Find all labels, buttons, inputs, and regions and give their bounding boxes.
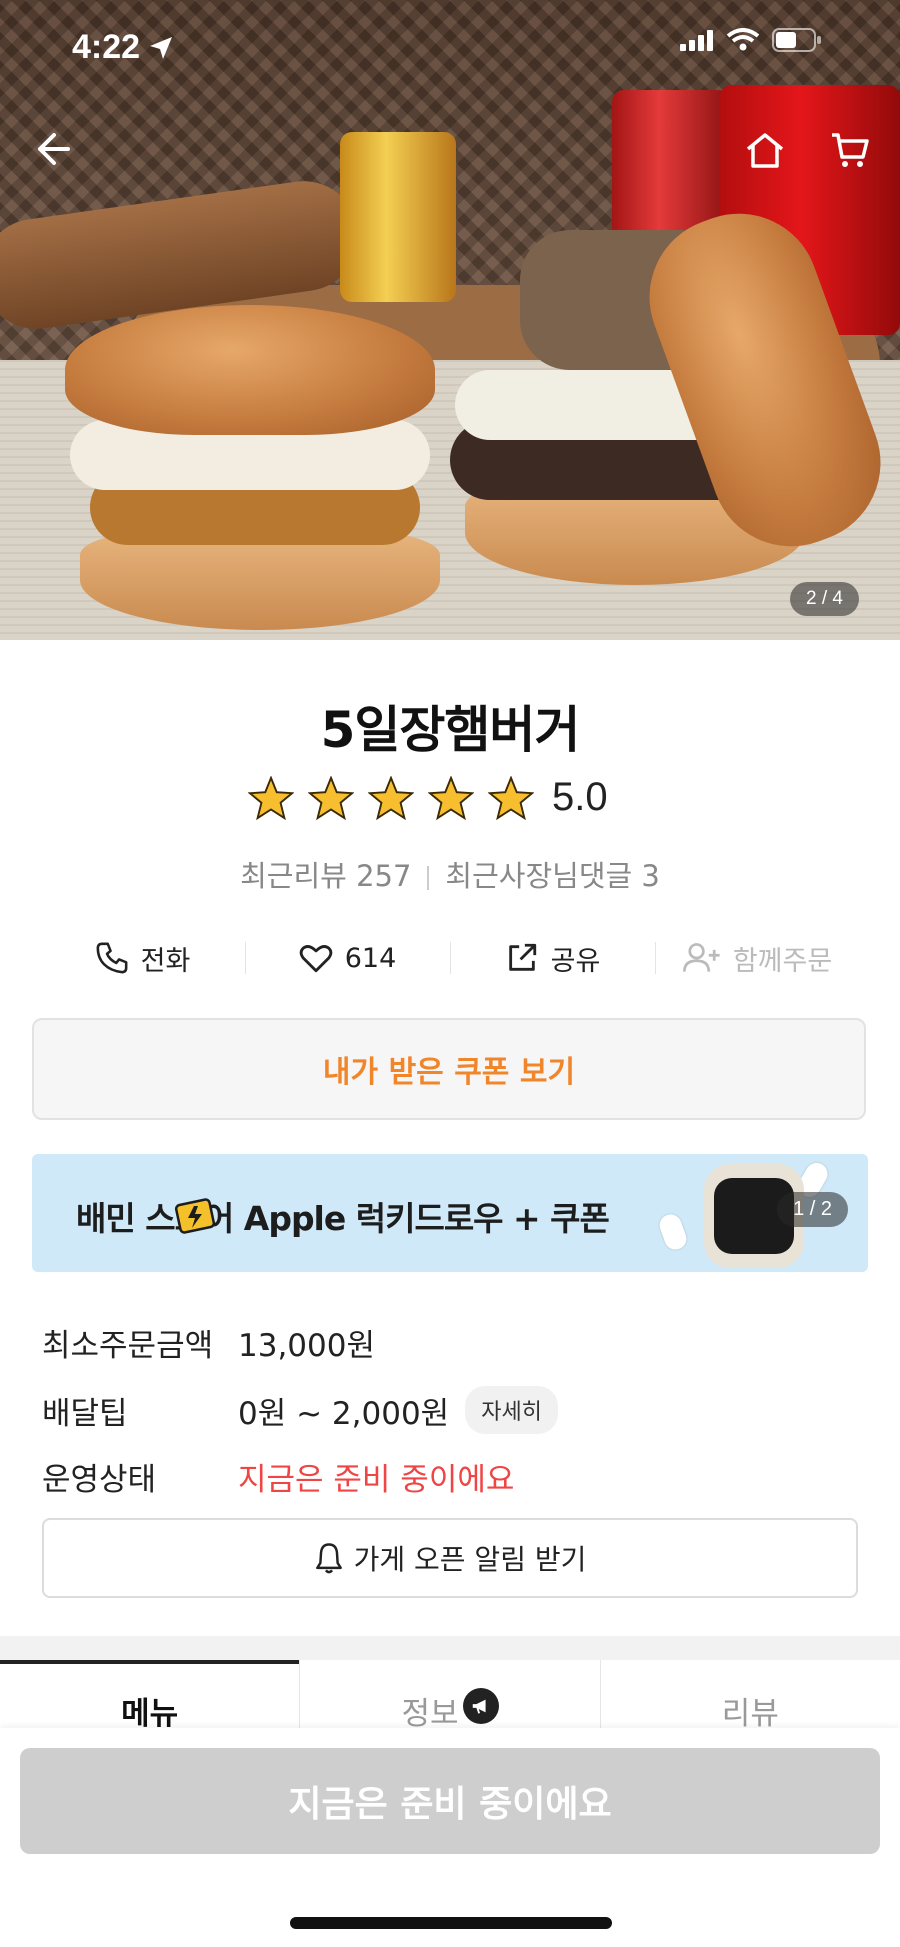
megaphone-icon: [462, 1688, 499, 1724]
recent-reviews-link[interactable]: 최근리뷰 257: [240, 859, 411, 893]
share-button[interactable]: 공유: [450, 930, 655, 986]
store-bag-icon: [174, 1198, 216, 1234]
location-arrow-icon: [150, 36, 173, 59]
store-status-label: 운영상태: [42, 1462, 157, 1498]
star-icon: [368, 775, 414, 820]
airpod-image: [656, 1211, 690, 1253]
home-indicator: [290, 1917, 612, 1929]
signal-icon: [680, 30, 713, 51]
tab-info-label: 정보: [401, 1696, 459, 1732]
store-rating[interactable]: 5.0: [248, 775, 608, 820]
burger-bun-top: [65, 305, 435, 435]
tab-menu-label: 메뉴: [121, 1696, 179, 1732]
share-label: 공유: [550, 945, 601, 977]
open-alert-button[interactable]: 가게 오픈 알림 받기: [42, 1518, 858, 1598]
star-icon: [308, 775, 354, 820]
heart-icon: [299, 945, 333, 973]
star-icon: [248, 775, 294, 820]
call-button[interactable]: 전화: [40, 930, 245, 986]
share-icon: [508, 943, 536, 971]
battery-icon: [772, 28, 821, 52]
star-icon: [428, 775, 474, 820]
status-bar: 4:22: [72, 28, 174, 67]
photo-pager: 2 / 4: [790, 582, 859, 616]
group-order-button[interactable]: 함께주문: [655, 930, 860, 986]
min-order-value: 13,000원: [238, 1328, 375, 1364]
like-button[interactable]: 614: [245, 930, 450, 986]
section-divider: [0, 1636, 900, 1660]
promo-banner[interactable]: 배민 스토어 Apple 럭키드로우 + 쿠폰 1 / 2: [32, 1154, 868, 1272]
back-button[interactable]: [28, 125, 76, 173]
store-photo-carousel[interactable]: 4:22 2 / 4: [0, 0, 900, 640]
delivery-tip-value: 0원 ~ 2,000원: [238, 1395, 450, 1432]
call-label: 전화: [140, 945, 191, 977]
tab-reviews-label: 리뷰: [721, 1696, 779, 1732]
bell-icon: [315, 1543, 342, 1574]
group-order-label: 함께주문: [732, 945, 833, 977]
phone-icon: [96, 942, 128, 974]
back-arrow-icon: [38, 133, 70, 165]
star-rating: [248, 775, 534, 820]
banner-text: 배민 스토어 Apple 럭키드로우 + 쿠폰: [76, 1199, 610, 1238]
review-summary: 최근리뷰 257 최근사장님댓글 3: [0, 853, 900, 895]
order-bar: 지금은 준비 중이에요: [0, 1728, 900, 1947]
home-icon: [746, 133, 784, 168]
delivery-tip-label: 배달팁: [42, 1395, 128, 1432]
min-order-label: 최소주문금액: [42, 1328, 214, 1364]
store-name: 5일장햄버거: [320, 701, 581, 759]
add-user-icon: [682, 943, 720, 972]
burger-bun-bottom: [80, 530, 440, 630]
status-icons: [680, 28, 822, 52]
like-count: 614: [344, 942, 397, 974]
owner-comments-link[interactable]: 최근사장님댓글 3: [445, 859, 659, 893]
order-button[interactable]: 지금은 준비 중이에요: [20, 1748, 880, 1854]
store-status-row: 운영상태 지금은 준비 중이에요: [42, 1454, 514, 1499]
tab-menu[interactable]: 메뉴: [0, 1660, 300, 1732]
wifi-icon: [726, 28, 760, 51]
star-icon: [488, 775, 534, 820]
status-time: 4:22: [72, 28, 141, 66]
corned-beef-can: [340, 132, 456, 302]
cart-button[interactable]: [825, 125, 875, 175]
delivery-tip-row: 배달팁 0원 ~ 2,000원 자세히: [42, 1386, 558, 1434]
store-status-value: 지금은 준비 중이에요: [238, 1462, 515, 1498]
divider: [427, 866, 430, 890]
tab-info[interactable]: 정보: [299, 1660, 599, 1732]
cart-icon: [832, 133, 869, 167]
open-alert-label: 가게 오픈 알림 받기: [353, 1543, 587, 1576]
tab-reviews[interactable]: 리뷰: [599, 1660, 900, 1732]
store-tabs: 메뉴 정보 리뷰: [0, 1660, 900, 1732]
home-button[interactable]: [740, 125, 790, 175]
view-coupons-button[interactable]: 내가 받은 쿠폰 보기: [32, 1018, 866, 1120]
banner-pager: 1 / 2: [777, 1192, 848, 1227]
min-order-row: 최소주문금액 13,000원: [42, 1320, 375, 1365]
delivery-tip-detail-button[interactable]: 자세히: [465, 1386, 558, 1434]
rating-score: 5.0: [552, 775, 608, 819]
store-actions: 전화 614 공유 함께주문: [40, 930, 860, 986]
